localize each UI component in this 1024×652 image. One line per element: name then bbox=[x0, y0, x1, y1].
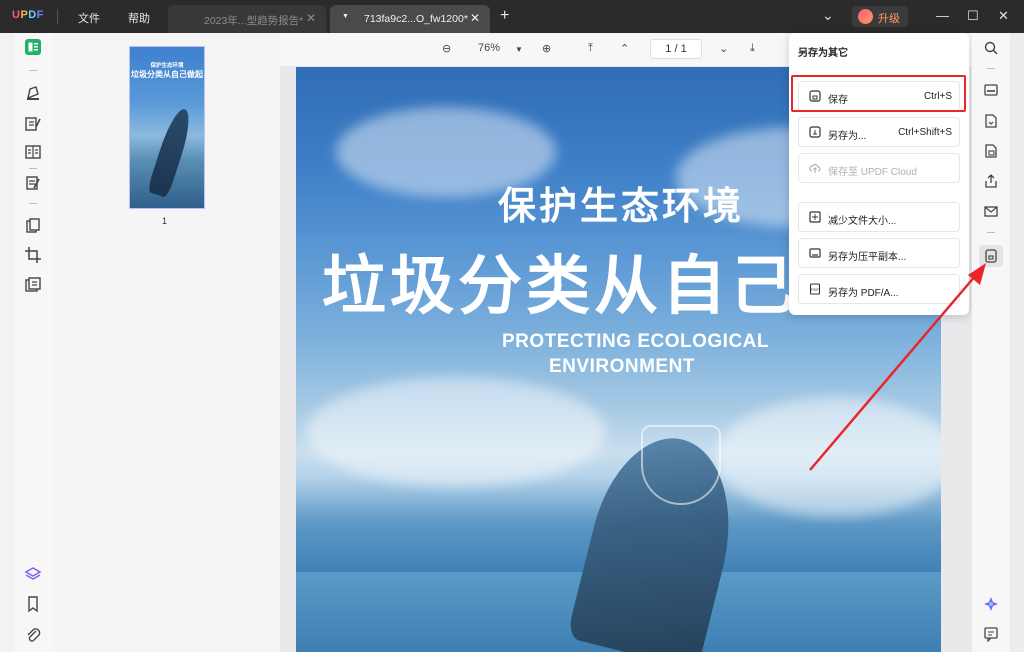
convert-pdf-icon[interactable] bbox=[983, 113, 999, 129]
title-bar: UPDF 文件 帮助 2023年...型趋势报告* ✕ ▼ 713fa9c2..… bbox=[0, 0, 1024, 33]
left-toolbar bbox=[14, 33, 52, 652]
save-menu-title: 另存为其它 bbox=[798, 48, 848, 59]
thumbnail-page-number: 1 bbox=[162, 216, 168, 226]
crop-icon[interactable] bbox=[24, 246, 42, 264]
reduce-size-label: 减少文件大小... bbox=[828, 216, 897, 227]
tab-dropdown-icon[interactable]: ▼ bbox=[342, 13, 349, 20]
avatar bbox=[858, 9, 873, 24]
fill-sign-icon[interactable] bbox=[24, 174, 42, 192]
attachment-icon[interactable] bbox=[24, 625, 42, 643]
toolbar-divider bbox=[29, 203, 37, 204]
zoom-dropdown-icon[interactable]: ▼ bbox=[515, 45, 523, 54]
save-as-label: 另存为... bbox=[828, 131, 867, 142]
previous-page-icon[interactable]: ⌃ bbox=[620, 42, 629, 55]
poster-title-line2: 垃圾分类从自己 bbox=[322, 250, 798, 324]
annotation-arrow bbox=[809, 263, 986, 471]
reader-mode-icon[interactable] bbox=[24, 38, 42, 56]
bookmark-icon[interactable] bbox=[24, 595, 42, 613]
tab-title: 713fa9c2...O_fw1200* bbox=[364, 13, 468, 25]
save-to-cloud-label: 保存至 UPDF Cloud bbox=[828, 167, 917, 178]
ocr-icon[interactable] bbox=[24, 276, 42, 294]
next-page-icon[interactable]: ⌄ bbox=[719, 42, 728, 55]
thumbnail-title-large: 垃圾分类从自己做起 bbox=[131, 70, 203, 79]
toolbar-divider bbox=[987, 68, 995, 69]
tab-document-poster[interactable]: ▼ 713fa9c2...O_fw1200* ✕ bbox=[330, 5, 490, 33]
toolbar-divider bbox=[987, 232, 995, 233]
maximize-icon[interactable]: ☐ bbox=[967, 8, 979, 24]
poster-title-line1: 保护生态环境 bbox=[498, 184, 745, 228]
highlight-annotation bbox=[791, 75, 966, 112]
thumbnail-title-small: 保护生态环境 bbox=[150, 63, 184, 69]
share-icon[interactable] bbox=[983, 173, 999, 189]
upgrade-label: 升级 bbox=[878, 13, 900, 25]
menu-help[interactable]: 帮助 bbox=[128, 10, 150, 26]
search-icon[interactable] bbox=[983, 40, 999, 56]
app-logo[interactable]: UPDF bbox=[12, 9, 44, 21]
page-number-input[interactable]: 1 / 1 bbox=[650, 39, 702, 59]
save-as-button[interactable]: 另存为... Ctrl+Shift+S bbox=[798, 117, 960, 147]
zoom-in-icon[interactable]: ⊕ bbox=[542, 42, 551, 55]
ai-assistant-icon[interactable] bbox=[983, 596, 999, 612]
toolbar-divider bbox=[29, 168, 37, 169]
minimize-icon[interactable]: — bbox=[936, 8, 949, 23]
tab-document-report[interactable]: 2023年...型趋势报告* ✕ bbox=[168, 5, 326, 33]
zoom-level[interactable]: 76% bbox=[478, 42, 500, 54]
poster-english-line2: ENVIRONMENT bbox=[549, 356, 695, 377]
thumbnail-panel: 保护生态环境 垃圾分类从自己做起 1 bbox=[52, 33, 280, 652]
last-page-icon[interactable]: ⤓ bbox=[750, 42, 755, 55]
comment-icon[interactable] bbox=[24, 84, 42, 102]
form-icon[interactable] bbox=[24, 143, 42, 161]
reduce-size-button[interactable]: 减少文件大小... bbox=[798, 202, 960, 232]
scrollbar[interactable] bbox=[1010, 33, 1024, 652]
tab-title: 2023年...型趋势报告* bbox=[204, 15, 304, 27]
zoom-out-icon[interactable]: ⊖ bbox=[442, 42, 451, 55]
menu-divider bbox=[57, 9, 58, 24]
edit-pdf-icon[interactable] bbox=[24, 115, 42, 133]
first-page-icon[interactable]: ⤒ bbox=[588, 42, 593, 55]
upgrade-button[interactable]: 升级 bbox=[852, 6, 908, 27]
chevron-down-icon[interactable]: ⌄ bbox=[822, 7, 834, 24]
bottle-image bbox=[641, 425, 721, 505]
new-tab-icon[interactable]: + bbox=[500, 7, 509, 25]
cloud-upload-icon bbox=[809, 164, 821, 173]
tab-close-icon[interactable]: ✕ bbox=[470, 11, 480, 25]
comment-list-icon[interactable] bbox=[983, 626, 999, 642]
save-to-cloud-button[interactable]: 保存至 UPDF Cloud bbox=[798, 153, 960, 183]
save-as-icon bbox=[809, 126, 821, 138]
save-as-shortcut: Ctrl+Shift+S bbox=[898, 127, 952, 138]
ocr-icon[interactable] bbox=[983, 82, 999, 98]
thumbnail-whale-image bbox=[146, 105, 196, 199]
organize-pages-icon[interactable] bbox=[24, 217, 42, 235]
page-thumbnail[interactable]: 保护生态环境 垃圾分类从自己做起 bbox=[129, 46, 205, 209]
menu-file[interactable]: 文件 bbox=[78, 10, 100, 26]
compress-icon bbox=[809, 211, 821, 223]
toolbar-divider bbox=[29, 70, 37, 71]
email-icon[interactable] bbox=[983, 203, 999, 219]
cloud-shape bbox=[306, 377, 606, 487]
layers-icon[interactable] bbox=[24, 565, 42, 583]
close-window-icon[interactable]: ✕ bbox=[998, 8, 1009, 24]
poster-english-line1: PROTECTING ECOLOGICAL bbox=[502, 331, 769, 352]
tab-close-icon[interactable]: ✕ bbox=[306, 11, 316, 25]
protect-icon[interactable] bbox=[983, 143, 999, 159]
